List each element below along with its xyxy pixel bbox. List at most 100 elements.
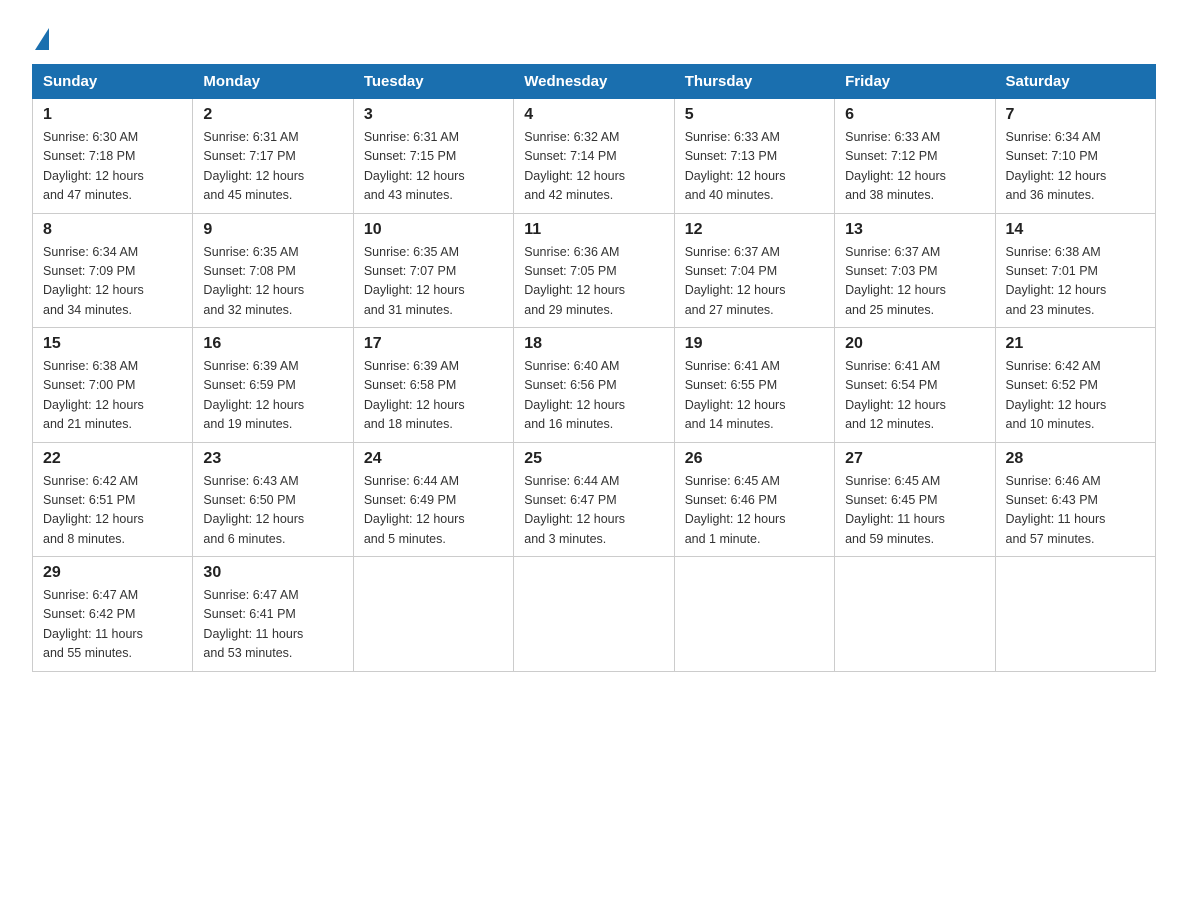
weekday-header-thursday: Thursday xyxy=(674,65,834,99)
day-number: 24 xyxy=(364,450,503,468)
calendar-cell: 8Sunrise: 6:34 AMSunset: 7:09 PMDaylight… xyxy=(33,213,193,328)
day-number: 23 xyxy=(203,450,342,468)
calendar-cell: 30 Sunrise: 6:47 AMSunset: 6:41 PMDayligh… xyxy=(193,557,353,672)
day-info: Sunrise: 6:44 AMSunset: 6:49 PMDaylight:… xyxy=(364,472,503,550)
day-info: Sunrise: 6:38 AMSunset: 7:01 PMDaylight:… xyxy=(1006,243,1145,321)
calendar-table: SundayMondayTuesdayWednesdayThursdayFrid… xyxy=(32,64,1156,672)
calendar-cell xyxy=(514,557,674,672)
day-number: 5 xyxy=(685,106,824,124)
day-number: 26 xyxy=(685,450,824,468)
calendar-cell: 4 Sunrise: 6:32 AMSunset: 7:14 PMDaylight… xyxy=(514,99,674,214)
day-number: 22 xyxy=(43,450,182,468)
calendar-cell: 13Sunrise: 6:37 AMSunset: 7:03 PMDayligh… xyxy=(835,213,995,328)
calendar-cell: 18Sunrise: 6:40 AMSunset: 6:56 PMDayligh… xyxy=(514,328,674,443)
day-number: 2 xyxy=(203,106,342,124)
calendar-cell: 6 Sunrise: 6:33 AMSunset: 7:12 PMDaylight… xyxy=(835,99,995,214)
weekday-header-monday: Monday xyxy=(193,65,353,99)
day-number: 13 xyxy=(845,221,984,239)
day-number: 19 xyxy=(685,335,824,353)
calendar-week-row: 1 Sunrise: 6:30 AMSunset: 7:18 PMDaylight… xyxy=(33,99,1156,214)
calendar-cell: 15Sunrise: 6:38 AMSunset: 7:00 PMDayligh… xyxy=(33,328,193,443)
day-number: 12 xyxy=(685,221,824,239)
calendar-cell: 3Sunrise: 6:31 AMSunset: 7:15 PMDaylight… xyxy=(353,99,513,214)
day-number: 9 xyxy=(203,221,342,239)
weekday-header-wednesday: Wednesday xyxy=(514,65,674,99)
calendar-cell: 27 Sunrise: 6:45 AMSunset: 6:45 PMDayligh… xyxy=(835,442,995,557)
day-number: 17 xyxy=(364,335,503,353)
day-number: 21 xyxy=(1006,335,1145,353)
day-number: 14 xyxy=(1006,221,1145,239)
day-number: 27 xyxy=(845,450,984,468)
day-number: 8 xyxy=(43,221,182,239)
day-info: Sunrise: 6:30 AMSunset: 7:18 PMDaylight:… xyxy=(43,128,182,206)
calendar-cell: 25 Sunrise: 6:44 AMSunset: 6:47 PMDayligh… xyxy=(514,442,674,557)
calendar-week-row: 8Sunrise: 6:34 AMSunset: 7:09 PMDaylight… xyxy=(33,213,1156,328)
calendar-week-row: 29Sunrise: 6:47 AMSunset: 6:42 PMDayligh… xyxy=(33,557,1156,672)
calendar-cell xyxy=(674,557,834,672)
day-number: 20 xyxy=(845,335,984,353)
day-number: 7 xyxy=(1006,106,1145,124)
calendar-cell: 7 Sunrise: 6:34 AMSunset: 7:10 PMDaylight… xyxy=(995,99,1155,214)
calendar-cell: 23 Sunrise: 6:43 AMSunset: 6:50 PMDayligh… xyxy=(193,442,353,557)
day-number: 16 xyxy=(203,335,342,353)
calendar-cell: 12Sunrise: 6:37 AMSunset: 7:04 PMDayligh… xyxy=(674,213,834,328)
day-number: 25 xyxy=(524,450,663,468)
calendar-cell: 24 Sunrise: 6:44 AMSunset: 6:49 PMDayligh… xyxy=(353,442,513,557)
calendar-cell: 11 Sunrise: 6:36 AMSunset: 7:05 PMDayligh… xyxy=(514,213,674,328)
day-info: Sunrise: 6:34 AMSunset: 7:10 PMDaylight:… xyxy=(1006,128,1145,206)
calendar-cell: 26 Sunrise: 6:45 AMSunset: 6:46 PMDayligh… xyxy=(674,442,834,557)
calendar-cell: 5 Sunrise: 6:33 AMSunset: 7:13 PMDaylight… xyxy=(674,99,834,214)
day-number: 11 xyxy=(524,221,663,239)
day-info: Sunrise: 6:33 AMSunset: 7:13 PMDaylight:… xyxy=(685,128,824,206)
day-info: Sunrise: 6:39 AMSunset: 6:59 PMDaylight:… xyxy=(203,357,342,435)
day-info: Sunrise: 6:33 AMSunset: 7:12 PMDaylight:… xyxy=(845,128,984,206)
calendar-cell: 19 Sunrise: 6:41 AMSunset: 6:55 PMDayligh… xyxy=(674,328,834,443)
calendar-cell xyxy=(995,557,1155,672)
weekday-header-tuesday: Tuesday xyxy=(353,65,513,99)
calendar-cell: 28 Sunrise: 6:46 AMSunset: 6:43 PMDayligh… xyxy=(995,442,1155,557)
day-info: Sunrise: 6:45 AMSunset: 6:45 PMDaylight:… xyxy=(845,472,984,550)
day-info: Sunrise: 6:32 AMSunset: 7:14 PMDaylight:… xyxy=(524,128,663,206)
day-number: 18 xyxy=(524,335,663,353)
day-number: 6 xyxy=(845,106,984,124)
day-info: Sunrise: 6:42 AMSunset: 6:51 PMDaylight:… xyxy=(43,472,182,550)
calendar-cell: 2 Sunrise: 6:31 AMSunset: 7:17 PMDaylight… xyxy=(193,99,353,214)
day-info: Sunrise: 6:36 AMSunset: 7:05 PMDaylight:… xyxy=(524,243,663,321)
logo xyxy=(32,24,49,46)
weekday-header-sunday: Sunday xyxy=(33,65,193,99)
calendar-cell: 16 Sunrise: 6:39 AMSunset: 6:59 PMDayligh… xyxy=(193,328,353,443)
day-info: Sunrise: 6:41 AMSunset: 6:55 PMDaylight:… xyxy=(685,357,824,435)
day-info: Sunrise: 6:43 AMSunset: 6:50 PMDaylight:… xyxy=(203,472,342,550)
day-number: 15 xyxy=(43,335,182,353)
day-info: Sunrise: 6:35 AMSunset: 7:08 PMDaylight:… xyxy=(203,243,342,321)
calendar-cell xyxy=(835,557,995,672)
calendar-week-row: 15Sunrise: 6:38 AMSunset: 7:00 PMDayligh… xyxy=(33,328,1156,443)
day-info: Sunrise: 6:47 AMSunset: 6:41 PMDaylight:… xyxy=(203,586,342,664)
weekday-header-friday: Friday xyxy=(835,65,995,99)
calendar-cell: 21 Sunrise: 6:42 AMSunset: 6:52 PMDayligh… xyxy=(995,328,1155,443)
day-number: 30 xyxy=(203,564,342,582)
day-info: Sunrise: 6:41 AMSunset: 6:54 PMDaylight:… xyxy=(845,357,984,435)
calendar-cell xyxy=(353,557,513,672)
weekday-header-saturday: Saturday xyxy=(995,65,1155,99)
day-number: 4 xyxy=(524,106,663,124)
page-header xyxy=(32,24,1156,46)
day-number: 28 xyxy=(1006,450,1145,468)
day-info: Sunrise: 6:42 AMSunset: 6:52 PMDaylight:… xyxy=(1006,357,1145,435)
calendar-cell: 1 Sunrise: 6:30 AMSunset: 7:18 PMDaylight… xyxy=(33,99,193,214)
day-info: Sunrise: 6:31 AMSunset: 7:17 PMDaylight:… xyxy=(203,128,342,206)
calendar-cell: 22 Sunrise: 6:42 AMSunset: 6:51 PMDayligh… xyxy=(33,442,193,557)
day-info: Sunrise: 6:46 AMSunset: 6:43 PMDaylight:… xyxy=(1006,472,1145,550)
logo-triangle-icon xyxy=(35,28,49,50)
day-info: Sunrise: 6:45 AMSunset: 6:46 PMDaylight:… xyxy=(685,472,824,550)
day-info: Sunrise: 6:35 AMSunset: 7:07 PMDaylight:… xyxy=(364,243,503,321)
calendar-cell: 17 Sunrise: 6:39 AMSunset: 6:58 PMDayligh… xyxy=(353,328,513,443)
day-number: 3 xyxy=(364,106,503,124)
day-number: 29 xyxy=(43,564,182,582)
calendar-cell: 9 Sunrise: 6:35 AMSunset: 7:08 PMDaylight… xyxy=(193,213,353,328)
day-info: Sunrise: 6:44 AMSunset: 6:47 PMDaylight:… xyxy=(524,472,663,550)
calendar-week-row: 22 Sunrise: 6:42 AMSunset: 6:51 PMDayligh… xyxy=(33,442,1156,557)
calendar-cell: 10Sunrise: 6:35 AMSunset: 7:07 PMDayligh… xyxy=(353,213,513,328)
day-info: Sunrise: 6:39 AMSunset: 6:58 PMDaylight:… xyxy=(364,357,503,435)
day-number: 1 xyxy=(43,106,182,124)
